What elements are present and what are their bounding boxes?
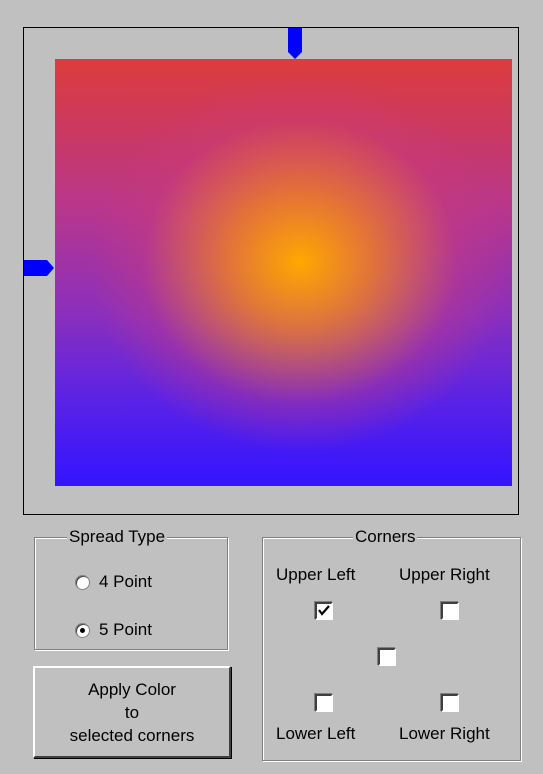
lower-left-label: Lower Left <box>276 724 356 743</box>
spread-type-group: Spread Type 4 Point 5 Point <box>34 527 228 650</box>
apply-button-line3: selected corners <box>69 725 195 745</box>
spread-type-legend: Spread Type <box>67 527 168 547</box>
checkmark-icon <box>318 605 330 616</box>
top-position-marker-icon[interactable] <box>287 28 303 60</box>
upper-right-checkbox[interactable] <box>441 602 459 620</box>
upper-left-label: Upper Left <box>276 565 356 584</box>
corners-group: Corners Upper Left Upper Right Lower Lef… <box>262 527 521 761</box>
lower-right-checkbox[interactable] <box>441 694 459 712</box>
center-checkbox[interactable] <box>378 648 396 666</box>
lower-right-label: Lower Right <box>399 724 490 743</box>
lower-left-checkbox[interactable] <box>315 694 333 712</box>
radio-5-point-label: 5 Point <box>99 620 152 639</box>
radio-5-point-button[interactable] <box>75 622 90 638</box>
radio-5-point[interactable]: 5 Point <box>75 620 152 640</box>
apply-color-button[interactable]: Apply Color to selected corners <box>33 666 231 758</box>
corners-legend: Corners <box>353 527 418 547</box>
radio-4-point-button[interactable] <box>75 574 90 590</box>
gradient-preview[interactable] <box>55 59 512 486</box>
left-position-marker-icon[interactable] <box>24 259 55 277</box>
upper-left-checkbox[interactable] <box>315 602 333 620</box>
radio-4-point[interactable]: 4 Point <box>75 572 152 592</box>
upper-right-label: Upper Right <box>399 565 490 584</box>
radio-4-point-label: 4 Point <box>99 572 152 591</box>
apply-button-line1: Apply Color <box>88 679 176 699</box>
apply-button-line2: to <box>124 702 140 722</box>
gradient-preview-panel <box>23 27 519 515</box>
